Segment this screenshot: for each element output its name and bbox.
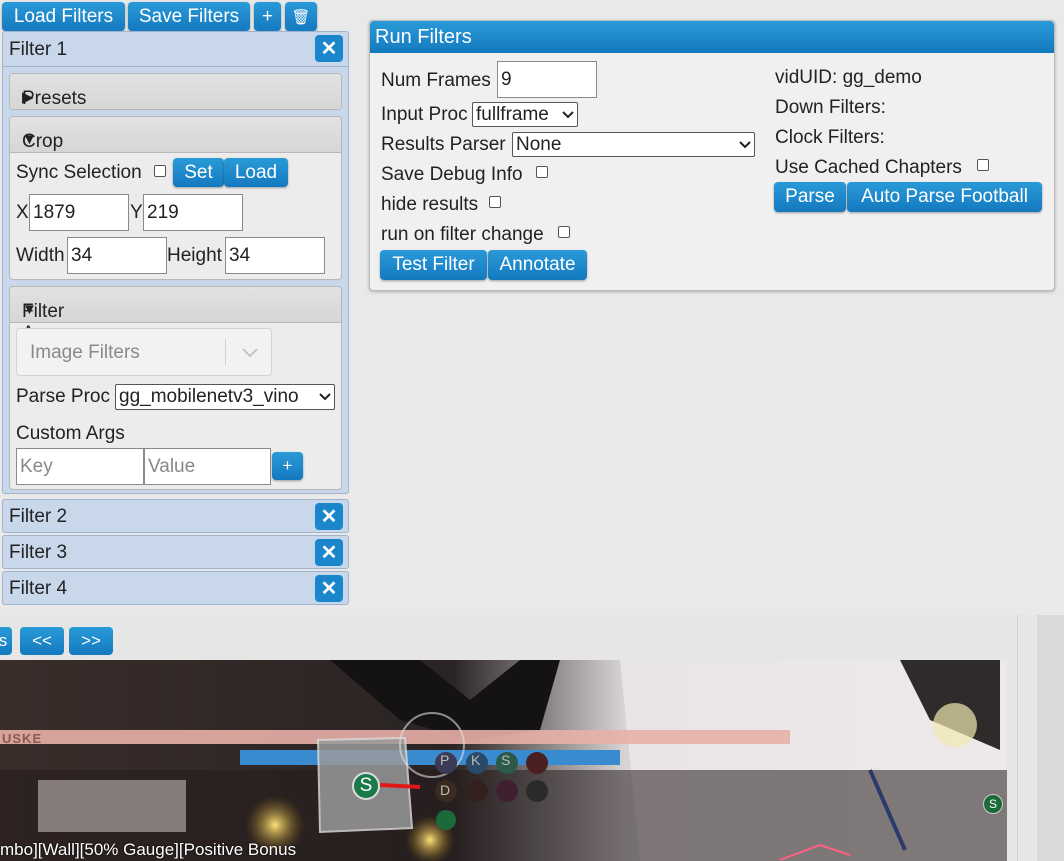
use-cached-checkbox[interactable] bbox=[977, 159, 989, 171]
chevron-down-icon bbox=[242, 348, 258, 358]
load-filters-button[interactable]: Load Filters bbox=[2, 2, 125, 31]
load-button[interactable]: Load bbox=[224, 158, 288, 187]
use-cached-label: Use Cached Chapters bbox=[775, 157, 962, 178]
run-filters-panel: Run Filters Num Frames 9 Input Proc full… bbox=[369, 20, 1055, 291]
crop-header[interactable]: ▼ Crop bbox=[10, 117, 341, 153]
hud-icon-p: P bbox=[440, 752, 450, 768]
x-input[interactable]: 1879 bbox=[29, 194, 129, 231]
custom-args-label: Custom Args bbox=[16, 423, 125, 444]
image-filters-select[interactable]: Image Filters bbox=[16, 328, 272, 376]
hud-icon-s: S bbox=[501, 752, 511, 768]
set-button[interactable]: Set bbox=[173, 158, 224, 187]
viduid-label: vidUID: gg_demo bbox=[775, 67, 922, 88]
close-icon[interactable]: ✕ bbox=[315, 575, 343, 602]
run-filters-header: Run Filters bbox=[370, 21, 1054, 53]
scrollbar[interactable] bbox=[1037, 615, 1064, 861]
input-proc-select[interactable]: fullframe bbox=[472, 102, 578, 127]
annotate-button[interactable]: Annotate bbox=[488, 250, 587, 280]
height-input[interactable]: 34 bbox=[225, 237, 325, 274]
width-label: Width bbox=[16, 245, 65, 266]
video-caption: mbo][Wall][50% Gauge][Positive Bonus bbox=[0, 840, 297, 859]
token-s-icon: S bbox=[352, 772, 380, 800]
filter-3-header[interactable]: Filter 3 ✕ bbox=[2, 535, 349, 569]
crop-label: Crop bbox=[22, 131, 64, 152]
x-label: X bbox=[16, 202, 29, 223]
presets-label: Presets bbox=[22, 88, 87, 109]
value-input[interactable]: Value bbox=[144, 448, 271, 485]
chevron-down-icon bbox=[562, 110, 574, 118]
run-on-change-label: run on filter change bbox=[381, 224, 544, 245]
filter-3-title: Filter 3 bbox=[9, 542, 68, 563]
add-filter-button[interactable]: + bbox=[254, 2, 281, 31]
filter-args-header[interactable]: ▼ Filter Args bbox=[10, 287, 341, 344]
side-s-icon: S bbox=[983, 794, 1003, 814]
num-frames-input[interactable]: 9 bbox=[497, 61, 597, 98]
auto-parse-football-button[interactable]: Auto Parse Football bbox=[847, 182, 1042, 212]
video-frame[interactable]: USKE S P K S D S mbo][Wall][50% Gauge][P… bbox=[0, 660, 1007, 861]
video-area: s << >> USKE S P K S D S mbo][Wall][50% … bbox=[0, 615, 1064, 861]
filter-2-header[interactable]: Filter 2 ✕ bbox=[2, 499, 349, 533]
y-input[interactable]: 219 bbox=[143, 194, 243, 231]
rewind-button[interactable]: << bbox=[20, 627, 64, 655]
chevron-down-icon bbox=[319, 393, 331, 401]
chevron-down-icon bbox=[739, 140, 751, 148]
results-parser-select[interactable]: None bbox=[512, 132, 755, 157]
hide-results-label: hide results bbox=[381, 194, 479, 215]
parse-proc-label: Parse Proc bbox=[16, 386, 110, 407]
close-icon[interactable]: ✕ bbox=[315, 503, 343, 530]
key-input[interactable]: Key bbox=[16, 448, 144, 485]
down-filters-label: Down Filters: bbox=[775, 97, 886, 118]
close-icon[interactable]: ✕ bbox=[315, 35, 343, 62]
filter-1-title: Filter 1 bbox=[9, 39, 68, 60]
width-input[interactable]: 34 bbox=[67, 237, 167, 274]
parse-proc-select[interactable]: gg_mobilenetv3_vino bbox=[115, 384, 335, 410]
forward-button[interactable]: >> bbox=[69, 627, 113, 655]
save-debug-checkbox[interactable] bbox=[536, 166, 548, 178]
filter-4-header[interactable]: Filter 4 ✕ bbox=[2, 571, 349, 605]
close-icon[interactable]: ✕ bbox=[315, 539, 343, 566]
sync-selection-checkbox[interactable] bbox=[154, 165, 166, 177]
test-filter-button[interactable]: Test Filter bbox=[380, 250, 487, 280]
input-proc-value: fullframe bbox=[476, 103, 549, 125]
presets-section[interactable]: ▶ Presets bbox=[9, 73, 342, 110]
parse-button[interactable]: Parse bbox=[774, 182, 846, 212]
height-label: Height bbox=[167, 245, 222, 266]
run-filters-title: Run Filters bbox=[375, 26, 472, 48]
save-debug-label: Save Debug Info bbox=[381, 164, 523, 185]
filter-2-title: Filter 2 bbox=[9, 506, 68, 527]
parse-proc-value: gg_mobilenetv3_vino bbox=[119, 386, 299, 407]
clock-filters-label: Clock Filters: bbox=[775, 127, 885, 148]
num-frames-label: Num Frames bbox=[381, 70, 491, 91]
filter-1-header[interactable]: Filter 1 ✕ bbox=[3, 32, 348, 67]
run-on-change-checkbox[interactable] bbox=[558, 226, 570, 238]
filter-4-title: Filter 4 bbox=[9, 578, 68, 599]
input-proc-label: Input Proc bbox=[381, 104, 468, 125]
add-arg-button[interactable]: + bbox=[272, 452, 303, 480]
image-filters-placeholder: Image Filters bbox=[30, 342, 140, 363]
hud-icon-d: D bbox=[440, 782, 451, 798]
save-filters-button[interactable]: Save Filters bbox=[128, 2, 250, 31]
prev-button[interactable]: s bbox=[0, 627, 12, 655]
sync-selection-label: Sync Selection bbox=[16, 162, 142, 183]
trash-icon[interactable]: 🗑 bbox=[285, 2, 317, 31]
hud-icon-k: K bbox=[471, 752, 481, 768]
hud-name: USKE bbox=[2, 731, 43, 746]
hide-results-checkbox[interactable] bbox=[489, 196, 501, 208]
y-label: Y bbox=[130, 202, 143, 223]
results-parser-label: Results Parser bbox=[381, 134, 506, 155]
results-parser-value: None bbox=[516, 133, 562, 155]
